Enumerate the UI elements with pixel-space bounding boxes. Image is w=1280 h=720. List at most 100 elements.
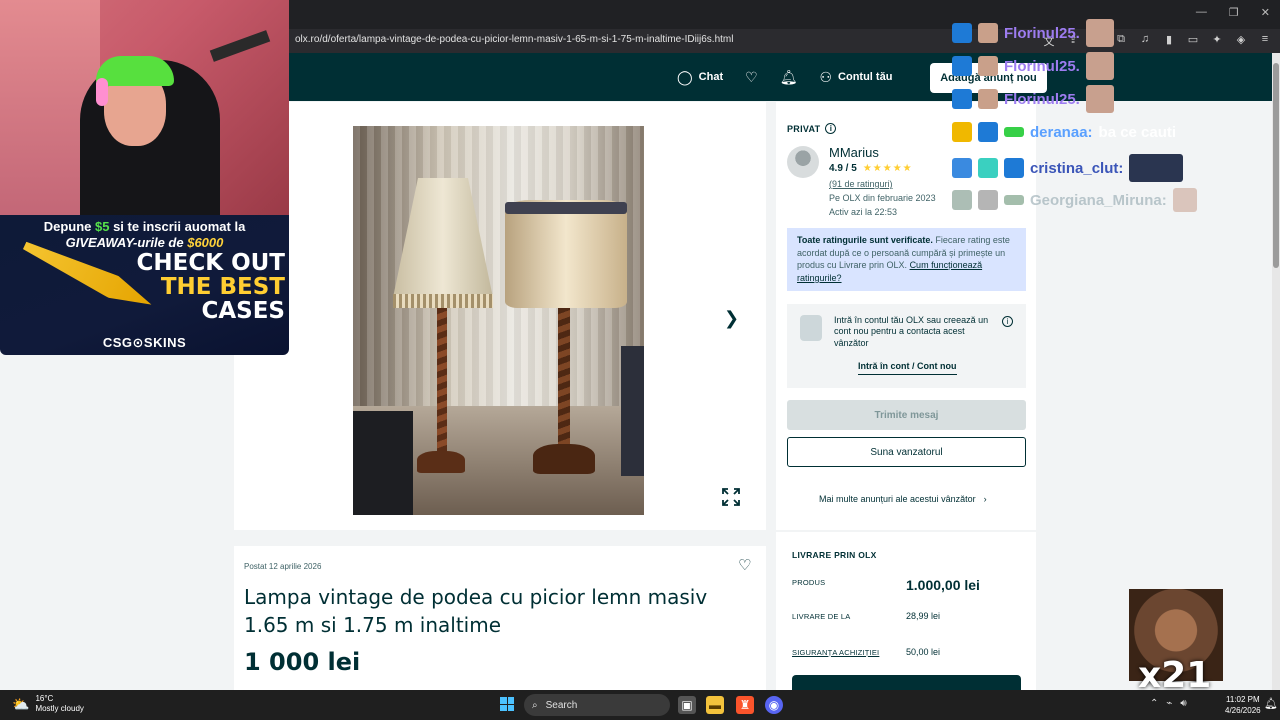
streamer-webcam	[0, 0, 289, 215]
scrollbar-thumb[interactable]	[1273, 63, 1279, 268]
seller-name[interactable]: MMarius	[829, 145, 879, 160]
chat-emote	[1085, 52, 1114, 80]
more-ads-label: Mai multe anunțuri ale acestui vânzător	[819, 494, 976, 504]
shipping-price: 28,99 lei	[906, 611, 941, 621]
chat-emote	[1129, 154, 1184, 182]
file-explorer-icon[interactable]: ▬	[706, 696, 724, 714]
sponsor-banner: Depune $5 si te inscrii auomat la GIVEAW…	[0, 215, 289, 355]
close-icon[interactable]: ✕	[1261, 6, 1270, 19]
notification-bell-icon[interactable]: 🔔︎	[1264, 697, 1278, 710]
weather-widget[interactable]: ⛅ 16°C Mostly cloudy	[12, 694, 84, 714]
seller-avatar[interactable]	[787, 146, 819, 178]
windows-start-icon[interactable]	[500, 697, 514, 711]
weather-condition: Mostly cloudy	[35, 704, 84, 713]
taskbar-search[interactable]: ⌕ Search	[524, 694, 670, 716]
info-icon[interactable]: i	[825, 123, 837, 134]
chat-username: deranaa:	[1030, 123, 1093, 141]
favorite-heart-icon[interactable]: ♡	[738, 556, 751, 574]
account-label: Contul tău	[838, 71, 893, 83]
windows-taskbar: ⛅ 16°C Mostly cloudy ⌕ Search ▣ ▬ ♜ ◉ ⌃ …	[0, 690, 1280, 720]
task-view-icon[interactable]: ▣	[678, 696, 696, 714]
promo-line-2: GIVEAWAY-urile de $6000	[0, 235, 289, 250]
volume-icon[interactable]: 🔊︎	[1180, 698, 1186, 709]
member-since: Pe OLX din februarie 2023	[829, 193, 936, 203]
shipping-label: LIVRARE DE LA	[792, 612, 851, 621]
last-active: Activ azi la 22:53	[829, 207, 898, 217]
sub-badge-icon	[978, 122, 998, 142]
chat-label: Chat	[698, 71, 724, 83]
maximize-icon[interactable]: ❐	[1229, 6, 1239, 19]
product-price: 1.000,00 lei	[906, 577, 980, 593]
page-scrollbar[interactable]	[1272, 53, 1280, 690]
menu-icon[interactable]: ≡	[1258, 33, 1272, 49]
promo-line-1: Depune $5 si te inscrii auomat la	[0, 219, 289, 234]
lamp-trim-right	[505, 202, 627, 214]
product-label: PRODUS	[792, 578, 826, 587]
headline-1: CHECK OUT	[136, 250, 285, 276]
listing-details: Postat 12 aprilie 2026 ♡ Lampa vintage d…	[234, 546, 766, 696]
fullscreen-expand-icon[interactable]	[722, 488, 740, 506]
send-message-button[interactable]: Trimite mesaj	[787, 400, 1026, 430]
seller-rating: 4.9 / 5 ★★★★★	[829, 163, 913, 174]
chat-bubble-icon: ◯	[677, 68, 693, 85]
puzzle-icon[interactable]: ✦	[1210, 33, 1224, 49]
account-link[interactable]: ⚇ Contul tău	[819, 69, 892, 86]
badge-icon	[1004, 195, 1024, 205]
prime-badge-icon	[952, 158, 972, 178]
sponsor-logo: CSG⊙SKINS	[102, 335, 187, 350]
stream-chat-overlay: Florinul25. Florinul25. Florinul25. dera…	[952, 0, 1202, 215]
promo-amount: $5	[95, 219, 110, 234]
headline-3: CASES	[201, 298, 285, 324]
headline-2: THE BEST	[160, 274, 285, 300]
sub-badge-icon	[952, 23, 972, 43]
bits-badge-icon	[1004, 127, 1024, 137]
search-icon: ⌕	[532, 699, 538, 711]
weather-temp: 16°C	[35, 694, 54, 703]
chat-emote	[1172, 188, 1197, 212]
chat-link[interactable]: ◯ Chat	[677, 69, 723, 86]
call-seller-button[interactable]: Suna vanzatorul	[787, 437, 1026, 467]
vpn-icon[interactable]: ◈	[1234, 33, 1248, 49]
chat-emote	[1085, 19, 1114, 47]
chat-text: ba ce cauti	[1098, 123, 1177, 141]
brave-browser-icon[interactable]: ♜	[736, 696, 754, 714]
user-icon: ⚇	[819, 68, 833, 85]
network-icon[interactable]: ⌁	[1166, 698, 1172, 709]
sub-badge-icon	[952, 56, 972, 76]
notifications-link[interactable]: 🔔︎	[780, 69, 798, 86]
chat-username: Georgiana_Miruna:	[1030, 191, 1167, 209]
login-prompt-box: Intră în contul tău OLX sau creează un c…	[787, 304, 1026, 388]
lamp-base-right	[533, 444, 595, 474]
listing-price: 1 000 lei	[244, 648, 361, 676]
header-nav: ◯ Chat ♡ 🔔︎ ⚇ Contul tău	[677, 53, 892, 101]
login-info-icon[interactable]: i	[1002, 316, 1013, 327]
chat-message: Florinul25.	[952, 85, 1114, 113]
rating-value: 4.9 / 5	[829, 163, 857, 174]
buyer-protection-link[interactable]: SIGURANȚA ACHIZIȚIEI	[792, 648, 879, 657]
user-card-icon	[800, 315, 822, 341]
ratings-count-link[interactable]: (91 de ratinguri)	[829, 179, 893, 189]
discord-icon[interactable]: ◉	[765, 696, 783, 714]
chevron-up-icon[interactable]: ⌃	[1150, 698, 1158, 709]
window-controls: — ❐ ✕	[1196, 6, 1270, 19]
next-image-chevron-icon[interactable]: ❯	[724, 308, 739, 329]
heart-icon: ♡	[745, 68, 758, 85]
listing-photo[interactable]	[353, 126, 644, 515]
delivery-title: LIVRARE PRIN OLX	[792, 550, 877, 560]
gift-badge-icon	[978, 158, 998, 178]
verified-title: Toate ratingurile sunt verificate.	[797, 235, 933, 245]
rating-stars-icon: ★★★★★	[862, 163, 913, 174]
system-clock[interactable]: 11:02 PM 4/26/2026	[1225, 694, 1261, 716]
promo-text-a: Depune	[43, 219, 95, 234]
crown-badge-icon	[952, 122, 972, 142]
favorites-link[interactable]: ♡	[745, 69, 758, 86]
chat-username: Florinul25.	[1004, 57, 1080, 75]
sub-badge-icon	[952, 89, 972, 109]
microphone-arm	[209, 30, 271, 62]
login-link[interactable]: Intră în cont / Cont nou	[858, 361, 957, 375]
login-prompt-text: Intră în contul tău OLX sau creează un c…	[834, 315, 989, 348]
emote-badge-icon	[978, 89, 998, 109]
more-seller-ads-link[interactable]: Mai multe anunțuri ale acestui vânzător …	[819, 494, 987, 504]
url-text[interactable]: olx.ro/d/oferta/lampa-vintage-de-podea-c…	[295, 34, 733, 45]
lamp-fringe-left	[393, 294, 493, 308]
